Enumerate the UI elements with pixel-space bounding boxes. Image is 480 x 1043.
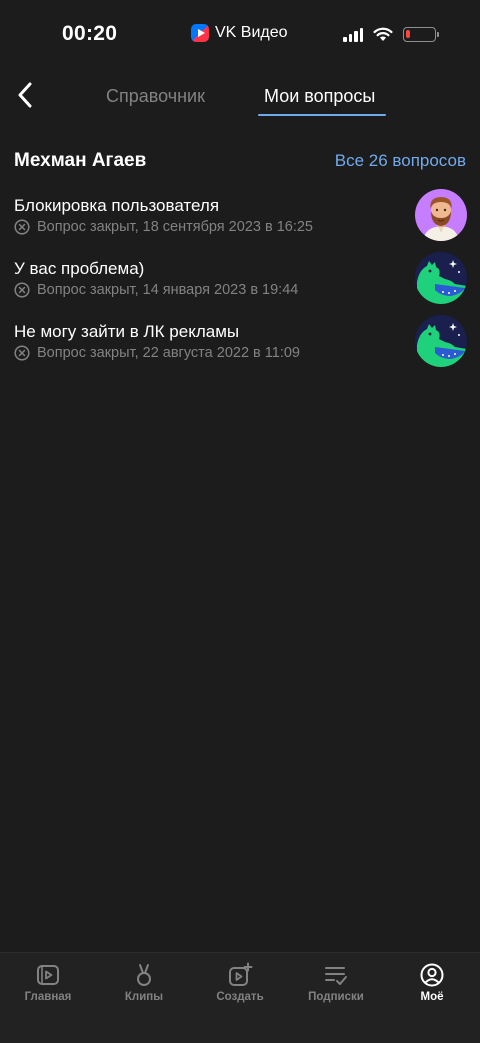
tab-mine-label: Моё xyxy=(420,991,444,1003)
question-status: Вопрос закрыт, 22 августа 2022 в 11:09 xyxy=(37,345,300,361)
app-name: VK Видео xyxy=(215,24,288,41)
back-button[interactable] xyxy=(8,78,42,112)
tab-subscriptions[interactable]: Подписки xyxy=(288,961,384,1003)
question-status: Вопрос закрыт, 18 сентября 2023 в 16:25 xyxy=(37,219,313,235)
tab-clips[interactable]: Клипы xyxy=(96,961,192,1003)
wifi-icon xyxy=(373,27,393,41)
bottom-tab-bar: Главная Клипы Создать Подписки Моё xyxy=(0,952,480,1043)
tab-clips-label: Клипы xyxy=(124,991,164,1003)
question-meta: Вопрос закрыт, 22 августа 2022 в 11:09 xyxy=(14,345,300,361)
tab-subscriptions-label: Подписки xyxy=(308,991,364,1003)
app-indicator[interactable]: VK Видео xyxy=(191,24,288,42)
profile-icon xyxy=(418,961,446,989)
tab-my-questions[interactable]: Мои вопросы xyxy=(264,86,375,107)
question-item[interactable]: У вас проблема) Вопрос закрыт, 14 января… xyxy=(0,249,480,312)
tab-mine[interactable]: Моё xyxy=(384,961,480,1003)
green-dino-avatar xyxy=(415,252,467,304)
vk-video-logo-icon xyxy=(191,24,209,42)
top-navigation: Справочник Мои вопросы xyxy=(0,72,480,120)
question-meta: Вопрос закрыт, 14 января 2023 в 19:44 xyxy=(14,282,298,298)
tab-home[interactable]: Главная xyxy=(0,961,96,1003)
question-item[interactable]: Не могу зайти в ЛК рекламы Вопрос закрыт… xyxy=(0,312,480,375)
question-meta: Вопрос закрыт, 18 сентября 2023 в 16:25 xyxy=(14,219,313,235)
home-play-icon xyxy=(34,961,62,989)
question-status: Вопрос закрыт, 14 января 2023 в 19:44 xyxy=(37,282,299,298)
subscriptions-icon xyxy=(322,961,350,989)
closed-circle-x-icon xyxy=(14,282,30,298)
question-title: Блокировка пользователя xyxy=(14,196,220,215)
closed-circle-x-icon xyxy=(14,345,30,361)
section-header: Мехман Агаев Все 26 вопросов xyxy=(14,150,466,174)
system-icons xyxy=(343,27,439,42)
battery-icon xyxy=(403,27,439,42)
create-video-icon xyxy=(226,961,254,989)
all-questions-link[interactable]: Все 26 вопросов xyxy=(335,151,466,171)
tab-reference[interactable]: Справочник xyxy=(106,86,205,107)
tab-create-label: Создать xyxy=(216,991,264,1003)
user-name-heading: Мехман Агаев xyxy=(14,150,147,171)
battery-level-fill xyxy=(406,30,410,38)
question-item[interactable]: Блокировка пользователя Вопрос закрыт, 1… xyxy=(0,186,480,249)
tab-home-label: Главная xyxy=(24,991,72,1003)
question-title: Не могу зайти в ЛК рекламы xyxy=(14,322,240,341)
bearded-man-avatar xyxy=(415,189,467,241)
question-title: У вас проблема) xyxy=(14,259,145,278)
chevron-left-icon xyxy=(18,82,32,108)
closed-circle-x-icon xyxy=(14,219,30,235)
tab-create[interactable]: Создать xyxy=(192,961,288,1003)
clips-icon xyxy=(130,961,158,989)
cellular-signal-icon xyxy=(343,27,363,42)
green-dino-avatar xyxy=(415,315,467,367)
status-bar: 00:20 VK Видео xyxy=(0,0,480,70)
active-tab-indicator xyxy=(258,114,386,116)
status-time: 00:20 xyxy=(62,22,118,45)
questions-list: Блокировка пользователя Вопрос закрыт, 1… xyxy=(0,186,480,375)
